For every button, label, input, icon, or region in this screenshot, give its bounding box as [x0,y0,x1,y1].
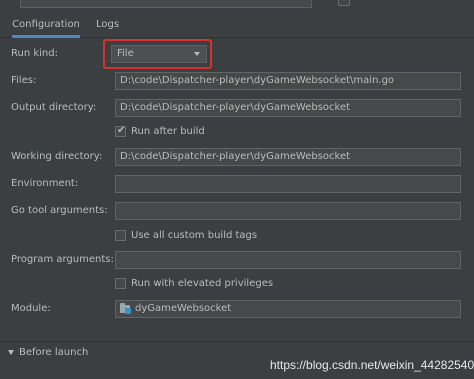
use-all-custom-build-tags-label: Use all custom build tags [131,230,258,241]
working-directory-field[interactable]: D:\code\Dispatcher-player\dyGameWebsocke… [115,148,461,166]
tab-configuration[interactable]: Configuration [12,17,80,38]
chevron-down-icon [194,52,200,56]
tab-bar: Configuration Logs [0,13,474,38]
module-folder-icon [120,303,131,314]
run-with-elevated-privileges-label: Run with elevated privileges [131,278,274,289]
go-tool-arguments-field[interactable] [115,202,461,220]
run-kind-value: File [117,48,134,59]
run-kind-select[interactable]: File [111,45,207,63]
run-kind-label: Run kind: [11,48,58,59]
environment-field[interactable] [115,175,461,193]
top-strip [0,0,474,9]
working-directory-label: Working directory: [11,151,103,162]
output-directory-field[interactable]: D:\code\Dispatcher-player\dyGameWebsocke… [115,99,461,117]
divider [0,341,474,342]
module-select[interactable]: dyGameWebsocket [115,300,461,318]
output-directory-label: Output directory: [11,102,97,113]
module-label: Module: [11,303,51,314]
files-field[interactable]: D:\code\Dispatcher-player\dyGameWebsocke… [115,72,461,90]
before-launch-toggle[interactable]: Before launch [8,346,88,360]
program-arguments-label: Program arguments: [11,254,114,265]
tab-logs[interactable]: Logs [96,17,119,35]
checkbox-unchecked-icon [115,230,126,241]
checkbox-checked-icon [115,124,126,138]
watermark: https://blog.csdn.net/weixin_44282540 [270,358,474,372]
checkbox-unchecked-icon [115,278,126,289]
name-field[interactable] [20,0,312,8]
module-value: dyGameWebsocket [135,303,232,314]
triangle-down-icon [8,349,14,355]
before-launch-label: Before launch [19,347,89,358]
files-label: Files: [11,75,37,86]
top-checkbox[interactable] [338,0,350,6]
go-tool-arguments-label: Go tool arguments: [11,205,108,216]
environment-label: Environment: [11,178,79,189]
program-arguments-field[interactable] [115,251,461,269]
run-after-build-label: Run after build [131,126,205,137]
